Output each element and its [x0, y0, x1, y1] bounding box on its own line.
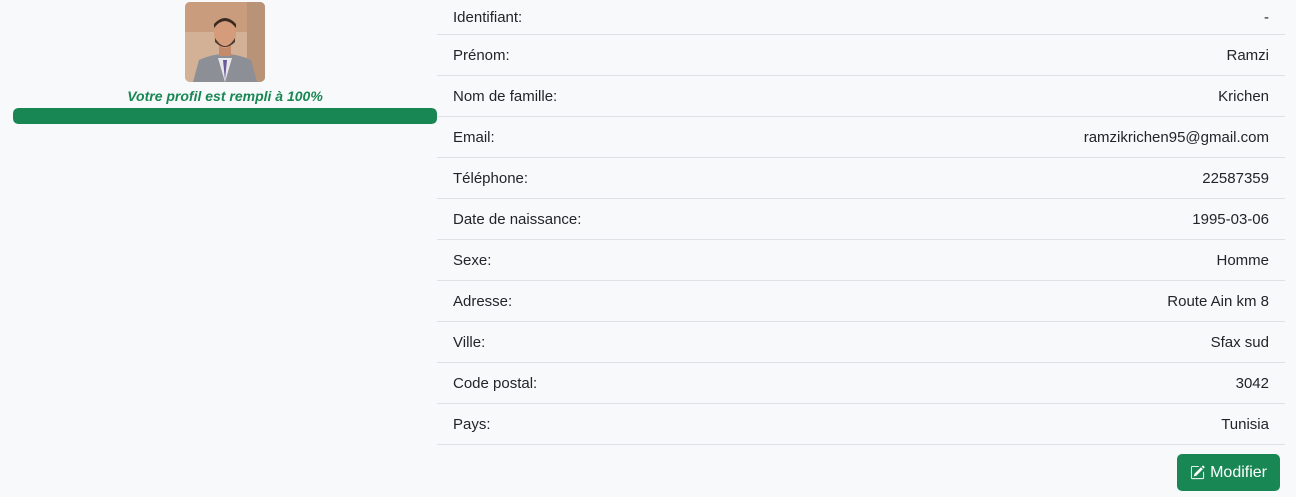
detail-row: Adresse: Route Ain km 8: [437, 281, 1285, 322]
detail-label: Pays:: [453, 415, 491, 433]
profile-completion-text: Votre profil est rempli à 100%: [127, 88, 323, 104]
profile-photo: [185, 2, 265, 82]
detail-label: Sexe:: [453, 251, 492, 269]
detail-row: Nom de famille: Krichen: [437, 76, 1285, 117]
detail-value: ramzikrichen95@gmail.com: [1083, 128, 1269, 146]
profile-completion-progress: [13, 108, 437, 124]
edit-button-label: Modifier: [1210, 463, 1267, 481]
detail-value: Route Ain km 8: [1167, 292, 1269, 310]
detail-row: Pays: Tunisia: [437, 404, 1285, 445]
detail-value: Sfax sud: [1210, 333, 1269, 351]
detail-value: 3042: [1235, 374, 1269, 392]
avatar: [185, 2, 265, 82]
detail-value: 22587359: [1202, 169, 1269, 187]
detail-row: Code postal: 3042: [437, 363, 1285, 404]
detail-row: Téléphone: 22587359: [437, 158, 1285, 199]
detail-label: Adresse:: [453, 292, 513, 310]
detail-label: Date de naissance:: [453, 210, 582, 228]
detail-value: Tunisia: [1221, 415, 1269, 433]
detail-value: Homme: [1216, 251, 1269, 269]
detail-row: Prénom: Ramzi: [437, 35, 1285, 76]
detail-label: Identifiant:: [453, 8, 523, 26]
detail-label: Téléphone:: [453, 169, 529, 187]
detail-label: Email:: [453, 128, 495, 146]
edit-profile-button[interactable]: Modifier: [1177, 454, 1280, 491]
detail-row: Sexe: Homme: [437, 240, 1285, 281]
detail-row: Date de naissance: 1995-03-06: [437, 199, 1285, 240]
detail-label: Nom de famille:: [453, 87, 558, 105]
detail-value: -: [1264, 8, 1269, 26]
pencil-square-icon: [1191, 465, 1205, 480]
detail-value: Ramzi: [1226, 46, 1269, 64]
detail-label: Code postal:: [453, 374, 538, 392]
detail-label: Ville:: [453, 333, 486, 351]
detail-row: Ville: Sfax sud: [437, 322, 1285, 363]
detail-label: Prénom:: [453, 46, 510, 64]
profile-completion-progress-fill: [13, 108, 437, 124]
profile-summary: Votre profil est rempli à 100%: [13, 0, 437, 124]
actions-bar: Modifier: [1177, 454, 1280, 491]
detail-row: Identifiant: -: [437, 0, 1285, 35]
profile-details-list: Identifiant: - Prénom: Ramzi Nom de famille:…: [437, 0, 1285, 445]
detail-value: Krichen: [1218, 87, 1269, 105]
detail-row: Email: ramzikrichen95@gmail.com: [437, 117, 1285, 158]
detail-value: 1995-03-06: [1192, 210, 1269, 228]
